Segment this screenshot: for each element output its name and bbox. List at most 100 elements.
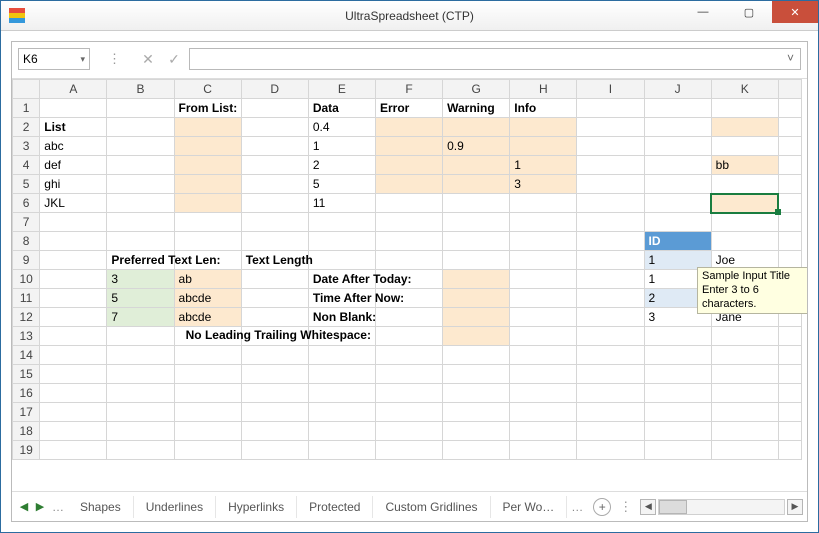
cell[interactable] [443,251,510,270]
cell[interactable]: 1 [308,137,375,156]
cell[interactable] [107,422,174,441]
row-header[interactable]: 1 [13,99,40,118]
cell[interactable] [174,194,241,213]
cell[interactable] [174,156,241,175]
cell[interactable] [510,346,577,365]
cell[interactable] [174,232,241,251]
cell[interactable] [241,137,308,156]
cell[interactable] [577,289,644,308]
cell[interactable] [375,251,442,270]
cell[interactable]: Non Blank: [308,308,375,327]
cell[interactable] [778,99,801,118]
cell[interactable] [241,422,308,441]
cell[interactable] [241,270,308,289]
cell[interactable] [107,175,174,194]
cell[interactable]: 3 [644,308,711,327]
cell[interactable]: Date After Today: [308,270,375,289]
cell[interactable] [241,384,308,403]
cell[interactable]: Data [308,99,375,118]
col-header[interactable]: I [577,80,644,99]
cell[interactable] [577,422,644,441]
cell[interactable] [577,194,644,213]
cell[interactable] [443,156,510,175]
cell[interactable]: ab [174,270,241,289]
tab-nav-menu-icon[interactable]: … [48,500,68,514]
cell[interactable] [375,232,442,251]
cell[interactable] [443,289,510,308]
cell[interactable] [375,422,442,441]
cell[interactable] [644,403,711,422]
cell[interactable]: Joe [711,251,778,270]
col-header[interactable]: J [644,80,711,99]
cell[interactable] [778,137,801,156]
row-header[interactable]: 10 [13,270,40,289]
row-header[interactable]: 13 [13,327,40,346]
cell[interactable] [375,403,442,422]
row-header[interactable]: 11 [13,289,40,308]
col-header[interactable]: H [510,80,577,99]
col-header[interactable]: C [174,80,241,99]
cell[interactable] [443,346,510,365]
cell[interactable]: bb [711,156,778,175]
grid-area[interactable]: A B C D E F G H I J K 1 [12,79,807,491]
cell[interactable] [241,194,308,213]
cell[interactable] [308,232,375,251]
cell[interactable] [778,384,801,403]
cell[interactable] [241,99,308,118]
confirm-edit-button[interactable]: ✓ [163,48,185,70]
cell[interactable] [40,384,107,403]
cell[interactable] [375,441,442,460]
col-header[interactable]: D [241,80,308,99]
col-header[interactable]: G [443,80,510,99]
scroll-track[interactable] [658,499,785,515]
cell[interactable] [711,384,778,403]
cell[interactable] [107,384,174,403]
cell[interactable] [241,365,308,384]
cell[interactable] [711,441,778,460]
cell[interactable] [577,118,644,137]
cell[interactable] [241,289,308,308]
cell[interactable] [778,403,801,422]
cell[interactable] [443,422,510,441]
maximize-button[interactable]: ▢ [726,1,772,23]
row-header[interactable]: 16 [13,384,40,403]
cell[interactable] [107,118,174,137]
cell[interactable]: 3 [107,270,174,289]
cell[interactable] [577,384,644,403]
cell[interactable] [375,384,442,403]
cell[interactable] [510,251,577,270]
cell[interactable]: List [40,118,107,137]
cell[interactable] [644,441,711,460]
cell[interactable]: Time After Now: [308,289,375,308]
cell[interactable] [443,327,510,346]
row-header[interactable]: 2 [13,118,40,137]
cell[interactable] [107,194,174,213]
cell[interactable] [778,308,801,327]
cell[interactable] [577,365,644,384]
cell[interactable] [375,213,442,232]
row-header[interactable]: 17 [13,403,40,422]
cell[interactable] [174,175,241,194]
cell[interactable] [711,365,778,384]
cell[interactable] [443,175,510,194]
cell[interactable]: JKL [40,194,107,213]
cell[interactable] [644,213,711,232]
cell[interactable] [375,156,442,175]
cell[interactable]: 0.9 [443,137,510,156]
cell[interactable] [577,308,644,327]
row-header[interactable]: 19 [13,441,40,460]
cell[interactable] [577,137,644,156]
cell[interactable]: ID [644,232,711,251]
cell[interactable] [107,403,174,422]
cell[interactable]: abc [40,137,107,156]
cell[interactable] [644,384,711,403]
cell[interactable] [711,213,778,232]
cell[interactable] [174,137,241,156]
row-header[interactable]: 5 [13,175,40,194]
cell[interactable] [778,232,801,251]
cell[interactable]: Info [510,99,577,118]
cell[interactable] [375,194,442,213]
cell[interactable] [510,308,577,327]
cell[interactable]: Jane [711,308,778,327]
cell[interactable] [107,327,174,346]
